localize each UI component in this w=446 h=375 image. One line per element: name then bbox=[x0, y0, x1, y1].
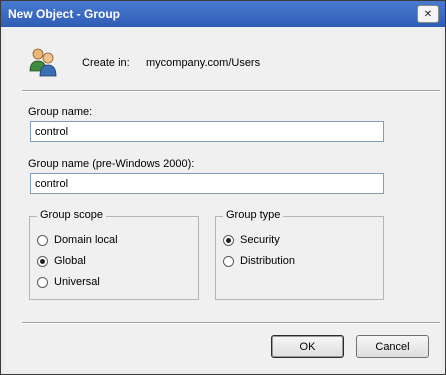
scope-domain-local-label: Domain local bbox=[54, 234, 118, 246]
radio-selected-dot bbox=[226, 237, 231, 243]
scope-universal-radio[interactable] bbox=[37, 276, 48, 288]
scope-global-option[interactable]: Global bbox=[37, 255, 86, 267]
radio-selected-dot bbox=[40, 258, 45, 264]
type-distribution-label: Distribution bbox=[240, 255, 296, 267]
type-distribution-option[interactable]: Distribution bbox=[223, 255, 295, 267]
close-button[interactable]: ✕ bbox=[417, 5, 439, 23]
type-security-radio[interactable] bbox=[223, 234, 234, 246]
group-users-icon bbox=[29, 48, 57, 77]
group-name-pre2000-label: Group name (pre-Windows 2000): bbox=[28, 158, 195, 170]
close-icon: ✕ bbox=[423, 8, 433, 20]
type-security-option[interactable]: Security bbox=[223, 234, 280, 246]
dialog-window: New Object - Group ✕ Create in: mycompan… bbox=[0, 0, 446, 375]
scope-domain-local-option[interactable]: Domain local bbox=[37, 234, 118, 246]
title-bar[interactable]: New Object - Group ✕ bbox=[1, 1, 445, 27]
group-type-box: Group type Security Distribution bbox=[215, 209, 384, 300]
cancel-button[interactable]: Cancel bbox=[356, 335, 429, 358]
ok-button[interactable]: OK bbox=[271, 335, 344, 358]
type-security-label: Security bbox=[240, 234, 280, 246]
scope-domain-local-radio[interactable] bbox=[37, 234, 48, 246]
dialog-body: Create in: mycompany.com/Users Group nam… bbox=[5, 27, 441, 370]
scope-universal-option[interactable]: Universal bbox=[37, 276, 100, 288]
group-scope-legend: Group scope bbox=[37, 209, 106, 221]
group-scope-box: Group scope Domain local Global Universa… bbox=[29, 209, 199, 300]
create-in-label: Create in: bbox=[82, 57, 130, 69]
divider-bottom bbox=[22, 322, 440, 324]
type-distribution-radio[interactable] bbox=[223, 255, 234, 267]
scope-global-label: Global bbox=[54, 255, 86, 267]
scope-universal-label: Universal bbox=[54, 276, 100, 288]
group-name-input[interactable] bbox=[30, 121, 384, 142]
divider-top bbox=[22, 90, 440, 92]
group-name-pre2000-input[interactable] bbox=[30, 173, 384, 194]
scope-global-radio[interactable] bbox=[37, 255, 48, 267]
window-title: New Object - Group bbox=[8, 7, 121, 21]
group-type-legend: Group type bbox=[223, 209, 284, 221]
group-name-label: Group name: bbox=[28, 106, 93, 118]
create-in-path: mycompany.com/Users bbox=[146, 57, 261, 69]
